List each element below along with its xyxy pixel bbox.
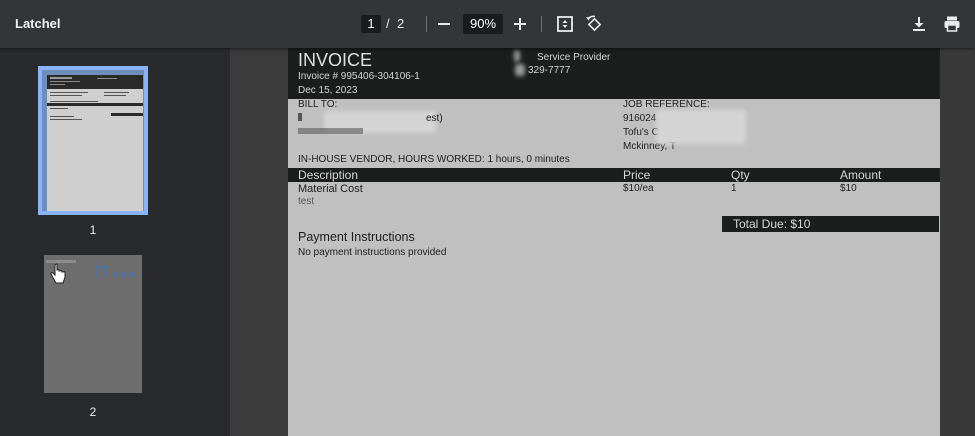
thumbnail-page-1-preview (47, 75, 143, 211)
zoom-out-button[interactable] (434, 14, 454, 34)
page-separator: / (386, 16, 390, 31)
column-qty: Qty (731, 168, 750, 182)
invoice-header: INVOICE Invoice # 995406-304106-1 Dec 15… (288, 48, 940, 99)
download-icon (913, 17, 925, 31)
print-icon (944, 16, 960, 32)
thumbnail-label-1: 1 (89, 223, 97, 237)
toolbar-divider (541, 16, 542, 32)
service-provider-label: Service Provider (537, 52, 611, 63)
redacted-block (515, 64, 525, 76)
toolbar: Latchel 1 / 2 90% (0, 0, 975, 48)
rotate-icon (586, 15, 602, 32)
redacted-block (514, 50, 520, 62)
total-due-bar: Total Due: $10 (722, 216, 939, 232)
redacted-block (656, 110, 746, 144)
bill-to-label: BILL TO: (298, 99, 338, 110)
download-button[interactable] (909, 14, 929, 34)
thumbnail-page-1[interactable] (38, 66, 148, 215)
column-amount: Amount (840, 168, 882, 182)
total-due: Total Due: $10 (733, 217, 811, 231)
fit-page-icon (557, 16, 573, 32)
invoice-page: INVOICE Invoice # 995406-304106-1 Dec 15… (288, 48, 940, 436)
page-number-input[interactable]: 1 (361, 15, 381, 33)
invoice-title: INVOICE (298, 50, 373, 70)
invoice-date: Dec 15, 2023 (298, 85, 358, 96)
item-qty: 1 (731, 183, 737, 194)
vendor-hours-line: IN-HOUSE VENDOR, HOURS WORKED: 1 hours, … (298, 154, 570, 165)
item-amount: $10 (840, 183, 857, 194)
service-provider-phone: 329-7777 (528, 65, 571, 76)
rotate-button[interactable] (584, 14, 604, 34)
column-price: Price (623, 168, 651, 182)
item-description: Material Cost (298, 183, 363, 195)
invoice-number: Invoice # 995406-304106-1 (298, 71, 420, 82)
page-total: 2 (397, 16, 405, 31)
payment-instructions-text: No payment instructions provided (298, 247, 447, 258)
document-viewer[interactable]: INVOICE Invoice # 995406-304106-1 Dec 15… (230, 48, 975, 436)
job-reference-place: Tofu's C (623, 127, 659, 138)
thumbnail-label-2: 2 (89, 405, 97, 419)
thumbnail-sidebar: 1 2 (0, 48, 230, 436)
print-button[interactable] (942, 14, 962, 34)
thumbnail-page-2[interactable] (44, 255, 142, 393)
zoom-in-button[interactable] (510, 14, 530, 34)
zoom-level-input[interactable]: 90% (463, 14, 503, 34)
bill-to-name: est) (426, 113, 443, 124)
fit-to-page-button[interactable] (555, 14, 575, 34)
toolbar-divider (426, 16, 427, 32)
viewer-scroll-area[interactable] (941, 48, 975, 436)
redacted-block (298, 113, 302, 121)
plus-icon (514, 18, 526, 30)
payment-instructions-title: Payment Instructions (298, 230, 415, 244)
hand-cursor-icon (50, 263, 66, 284)
document-title: Latchel (15, 16, 61, 31)
item-note: test (298, 196, 315, 207)
line-items-header: Description Price Qty Amount (288, 168, 940, 182)
item-price: $10/ea (623, 183, 654, 194)
job-reference-number: 916024 (623, 113, 657, 124)
column-description: Description (298, 168, 359, 182)
redacted-block (298, 128, 363, 134)
job-reference-label: JOB REFERENCE: (623, 99, 710, 110)
minus-icon (438, 23, 450, 25)
